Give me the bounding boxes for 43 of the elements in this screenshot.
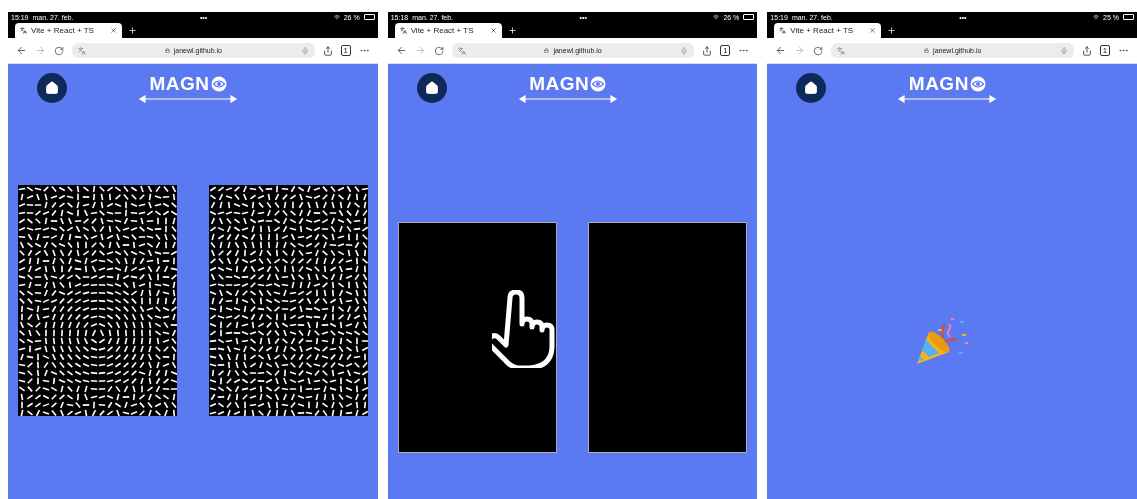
reload-icon[interactable] bbox=[433, 45, 444, 56]
share-icon[interactable] bbox=[322, 45, 333, 56]
home-icon bbox=[804, 81, 819, 95]
back-icon[interactable] bbox=[16, 45, 27, 56]
reload-icon[interactable] bbox=[54, 45, 64, 56]
wifi-icon bbox=[1093, 14, 1100, 20]
line-pattern-card[interactable] bbox=[18, 185, 177, 416]
home-icon bbox=[45, 81, 59, 95]
translate-icon bbox=[457, 46, 466, 55]
lock-icon bbox=[544, 48, 550, 53]
share-icon[interactable] bbox=[702, 45, 713, 56]
wifi-icon bbox=[333, 14, 340, 20]
plus-icon[interactable] bbox=[887, 26, 897, 35]
logo: MAGN bbox=[138, 73, 238, 103]
logo: MAGN bbox=[517, 73, 618, 103]
back-icon[interactable] bbox=[775, 45, 787, 56]
battery-icon bbox=[363, 14, 375, 20]
back-icon[interactable] bbox=[395, 45, 407, 56]
home-icon bbox=[424, 81, 439, 95]
line-pattern-card[interactable] bbox=[208, 185, 368, 416]
plus-icon[interactable] bbox=[507, 26, 517, 35]
close-icon[interactable] bbox=[869, 27, 877, 34]
battery-icon bbox=[743, 14, 755, 20]
choice-card[interactable] bbox=[588, 222, 748, 453]
home-button[interactable] bbox=[37, 73, 67, 103]
reload-icon[interactable] bbox=[813, 45, 824, 56]
lock-icon bbox=[164, 48, 170, 53]
battery-icon bbox=[1123, 14, 1135, 20]
lock-icon bbox=[924, 48, 930, 53]
home-button[interactable] bbox=[416, 73, 447, 103]
browser-tab[interactable]: Vite + React + TS bbox=[15, 23, 122, 38]
choice-card[interactable] bbox=[397, 222, 557, 453]
plus-icon[interactable] bbox=[128, 26, 137, 35]
wifi-icon bbox=[713, 14, 720, 20]
logo: MAGN bbox=[897, 73, 998, 103]
browser-tab[interactable]: Vite + React + TS bbox=[394, 23, 502, 38]
close-icon[interactable] bbox=[110, 27, 117, 34]
home-button[interactable] bbox=[796, 73, 827, 103]
translate-icon bbox=[78, 46, 86, 55]
translate-icon bbox=[837, 46, 846, 55]
share-icon[interactable] bbox=[1082, 45, 1093, 56]
browser-tab[interactable]: Vite + React + TS bbox=[774, 23, 882, 38]
close-icon[interactable] bbox=[489, 27, 497, 34]
